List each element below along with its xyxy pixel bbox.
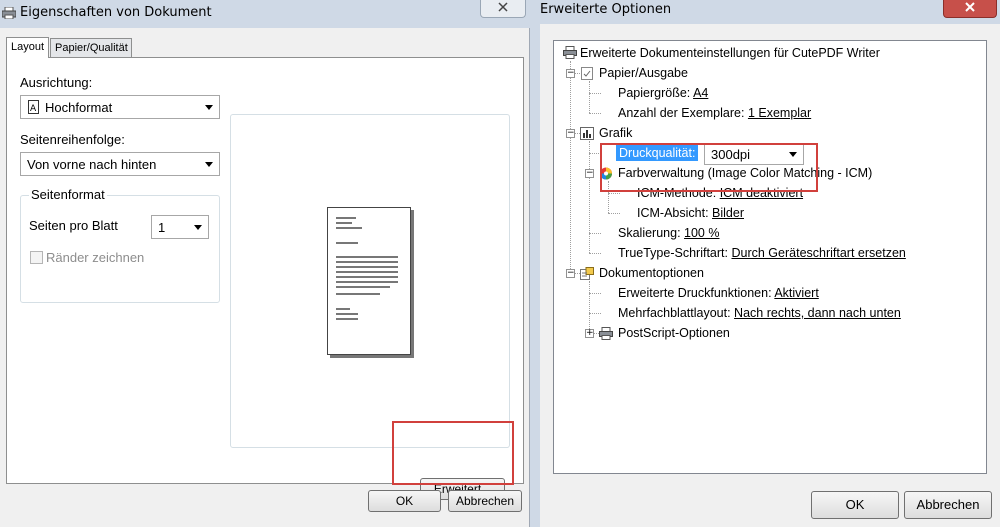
portrait-page-icon: A (28, 100, 39, 114)
tree-icm-intent[interactable]: ICM-Absicht: Bilder (637, 206, 744, 220)
icm-intent-value[interactable]: Bilder (712, 206, 744, 220)
dropdown-arrow-icon (194, 225, 202, 230)
tree-graphic[interactable]: Grafik (599, 126, 632, 140)
document-properties-window: Eigenschaften von Dokument Layout Papier… (0, 0, 532, 527)
dropdown-arrow-icon (205, 162, 213, 167)
options-tree[interactable]: Erweiterte Dokumenteinstellungen für Cut… (553, 40, 987, 474)
collapse-paper-output[interactable]: − (566, 69, 575, 78)
page-preview (230, 114, 510, 448)
collapse-document-options[interactable]: − (566, 269, 575, 278)
truetype-value[interactable]: Durch Geräteschriftart ersetzen (731, 246, 905, 260)
tree-paper-output[interactable]: Papier/Ausgabe (599, 66, 688, 80)
tree-copies[interactable]: Anzahl der Exemplare: 1 Exemplar (618, 106, 811, 120)
right-cancel-button[interactable]: Abbrechen (904, 491, 992, 519)
pages-per-sheet-value: 1 (158, 220, 166, 235)
advanced-options-window: Erweiterte Optionen Erweiterte Dokumente… (532, 0, 1000, 527)
left-window-title: Eigenschaften von Dokument (20, 5, 212, 20)
expand-postscript[interactable]: + (585, 329, 594, 338)
close-icon (965, 2, 975, 12)
preview-page (327, 207, 411, 355)
tree-paper-size[interactable]: Papiergröße: A4 (618, 86, 708, 100)
tab-layout[interactable]: Layout (6, 37, 49, 58)
draw-borders-checkbox[interactable] (30, 251, 43, 264)
left-cancel-button[interactable]: Abbrechen (448, 490, 522, 512)
tab-paper-quality[interactable]: Papier/Qualität (50, 38, 132, 58)
page-order-value: Von vorne nach hinten (27, 157, 157, 172)
tree-scaling[interactable]: Skalierung: 100 % (618, 226, 719, 240)
collapse-color-management[interactable]: − (585, 169, 594, 178)
svg-text:A: A (30, 104, 37, 114)
page-order-select[interactable]: Von vorne nach hinten (20, 152, 220, 176)
pages-per-sheet-select[interactable]: 1 (151, 215, 209, 239)
tree-advanced-print[interactable]: Erweiterte Druckfunktionen: Aktiviert (618, 286, 819, 300)
dropdown-arrow-icon (205, 105, 213, 110)
right-close-button[interactable] (943, 0, 997, 18)
close-icon (498, 2, 508, 12)
tree-truetype[interactable]: TrueType-Schriftart: Durch Geräteschrift… (618, 246, 906, 260)
copies-value[interactable]: 1 Exemplar (748, 106, 811, 120)
orientation-value: Hochformat (45, 100, 113, 115)
tree-multipage[interactable]: Mehrfachblattlayout: Nach rechts, dann n… (618, 306, 901, 320)
bar-chart-icon (580, 127, 594, 140)
right-window-title: Erweiterte Optionen (540, 2, 672, 17)
left-ok-button[interactable]: OK (368, 490, 441, 512)
collapse-graphic[interactable]: − (566, 129, 575, 138)
printer-icon (599, 327, 613, 340)
page-format-group-title: Seitenformat (29, 187, 107, 202)
scaling-value[interactable]: 100 % (684, 226, 719, 240)
left-titlebar[interactable]: Eigenschaften von Dokument (0, 0, 532, 28)
printer-icon (2, 7, 16, 19)
left-client-area: Layout Papier/Qualität Ausrichtung: A Ho… (0, 28, 530, 527)
tree-root[interactable]: Erweiterte Dokumenteinstellungen für Cut… (580, 46, 880, 60)
orientation-label: Ausrichtung: (20, 75, 93, 90)
tree-postscript[interactable]: PostScript-Optionen (618, 326, 730, 340)
orientation-select[interactable]: A Hochformat (20, 95, 220, 119)
paper-icon (581, 67, 593, 80)
printer-icon (563, 46, 577, 59)
multipage-value[interactable]: Nach rechts, dann nach unten (734, 306, 901, 320)
tree-document-options[interactable]: Dokumentoptionen (599, 266, 704, 280)
right-ok-button[interactable]: OK (811, 491, 899, 519)
page-format-group: Seitenformat Seiten pro Blatt 1 Ränder z… (20, 187, 220, 303)
right-client-area: Erweiterte Dokumenteinstellungen für Cut… (540, 24, 1000, 527)
draw-borders-label: Ränder zeichnen (46, 250, 145, 265)
page-order-label: Seitenreihenfolge: (20, 132, 125, 147)
layout-tab-panel: Ausrichtung: A Hochformat Seitenreihenfo… (6, 57, 524, 500)
advanced-print-value[interactable]: Aktiviert (774, 286, 818, 300)
print-quality-highlight (600, 143, 818, 192)
document-options-icon (580, 267, 594, 280)
left-close-button[interactable] (480, 0, 526, 18)
pages-per-sheet-label: Seiten pro Blatt (29, 218, 118, 233)
paper-size-value[interactable]: A4 (693, 86, 708, 100)
advanced-button-highlight (392, 421, 514, 485)
